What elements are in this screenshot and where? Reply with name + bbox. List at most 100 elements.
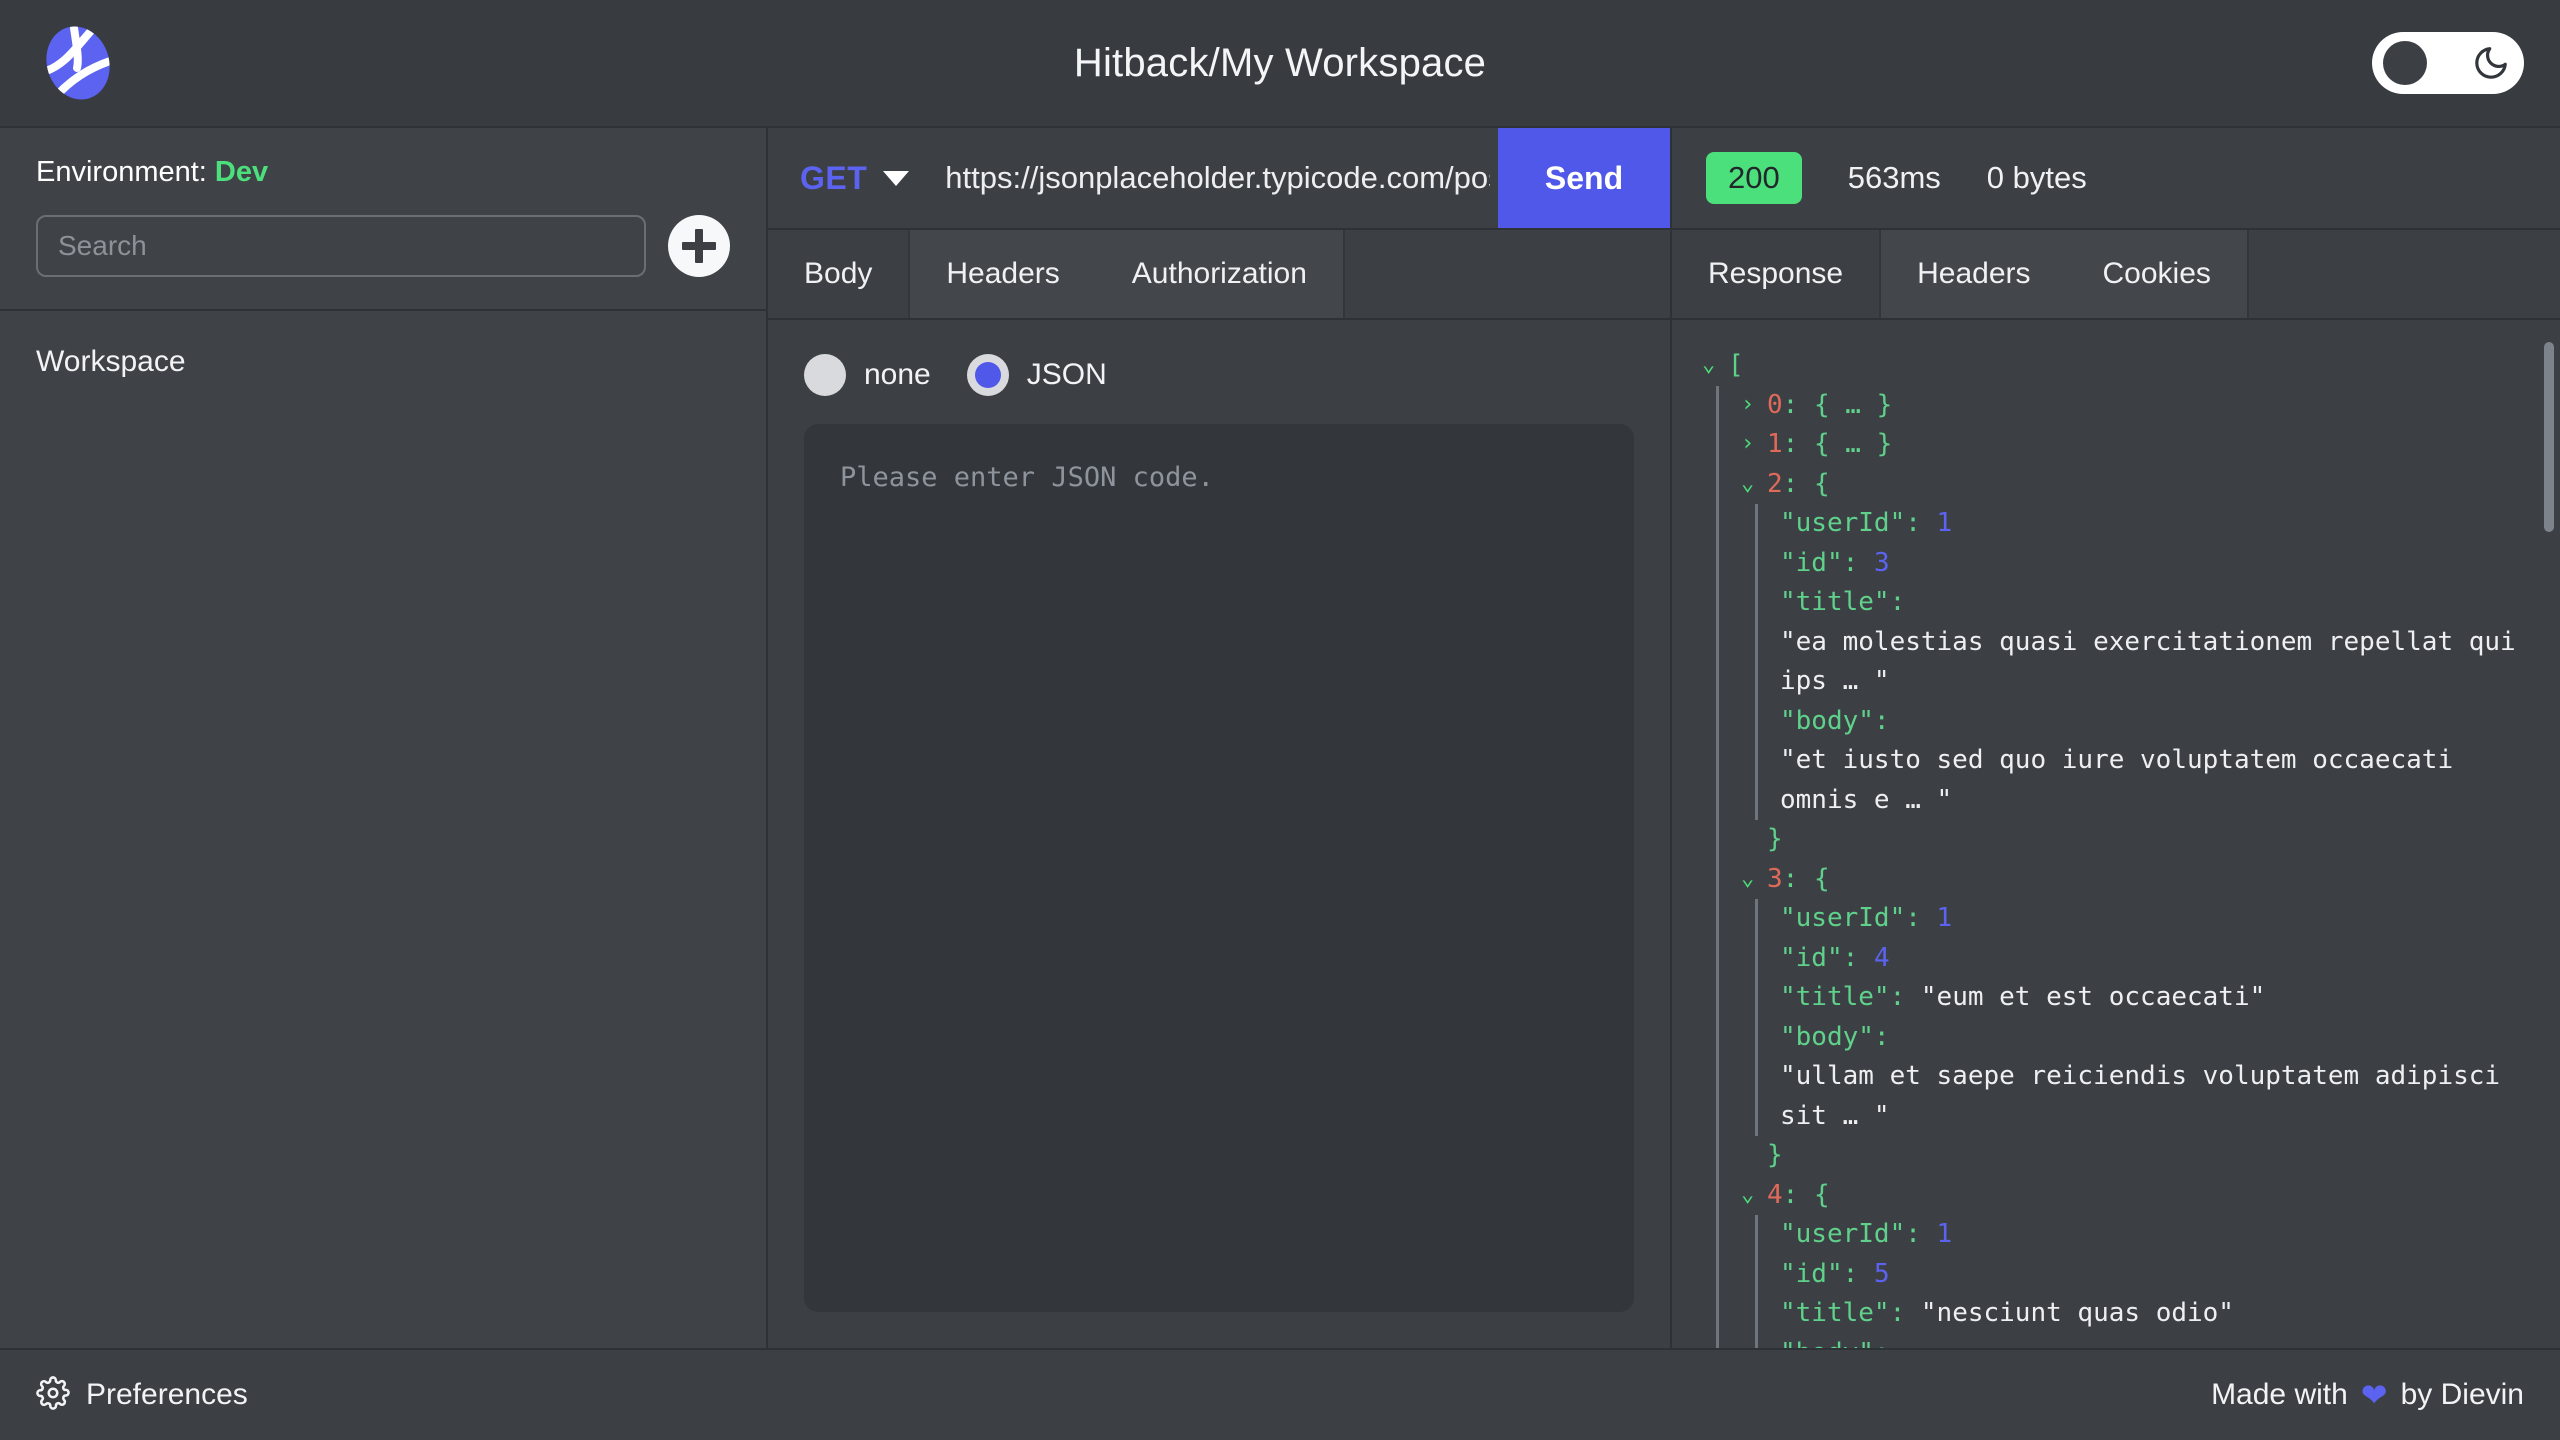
json-key: "userId" xyxy=(1780,508,1905,538)
json-array-item[interactable]: ›1: { … } xyxy=(1741,425,2530,465)
json-index: 4 xyxy=(1767,1176,1783,1216)
json-string-value: "ea molestias quasi exercitationem repel… xyxy=(1780,627,2531,697)
json-level-2: "userId": 1"id": 4"title": "eum et est o… xyxy=(1755,899,2530,1136)
json-number-value: 1 xyxy=(1937,1219,1953,1249)
response-scrollbar-thumb[interactable] xyxy=(2544,342,2554,532)
json-index: 3 xyxy=(1767,860,1783,900)
tab-response-headers[interactable]: Headers xyxy=(1881,230,2066,318)
json-level-1: ›0: { … }›1: { … }⌄2: {"userId": 1"id": … xyxy=(1716,386,2530,1348)
environment-indicator[interactable]: Environment: Dev xyxy=(36,156,730,189)
json-number-value: 1 xyxy=(1937,903,1953,933)
app-header: Hitback/My Workspace xyxy=(0,0,2560,128)
json-colon: : xyxy=(1783,425,1814,465)
chevron-right-icon[interactable]: › xyxy=(1741,425,1767,462)
json-field: "body": "repudiandae veniam quaerat sunt… xyxy=(1780,1334,2530,1348)
json-colon: : xyxy=(1890,982,1906,1012)
tab-headers[interactable]: Headers xyxy=(910,230,1095,318)
response-json-viewer[interactable]: ⌄[›0: { … }›1: { … }⌄2: {"userId": 1"id"… xyxy=(1672,320,2560,1348)
json-field: "body": "ullam et saepe reiciendis volup… xyxy=(1780,1018,2530,1137)
main-area: Environment: Dev Workspace GET xyxy=(0,128,2560,1348)
json-colon: : xyxy=(1783,860,1814,900)
json-field: "id": 5 xyxy=(1780,1255,2530,1295)
json-brace: { xyxy=(1814,1176,1830,1216)
json-string-value: "eum et est occaecati" xyxy=(1921,982,2265,1012)
request-bar: GET Send xyxy=(768,128,1670,230)
radio-label-none: none xyxy=(864,358,931,392)
json-field: "id": 3 xyxy=(1780,544,2530,584)
gear-icon xyxy=(36,1376,70,1415)
json-number-value: 5 xyxy=(1874,1259,1890,1289)
json-field-text: "id": 3 xyxy=(1780,544,1890,584)
add-request-button[interactable] xyxy=(668,215,730,277)
tab-body[interactable]: Body xyxy=(768,230,908,318)
spacer: . xyxy=(1741,1136,1767,1173)
tab-response[interactable]: Response xyxy=(1672,230,1879,318)
json-index: 2 xyxy=(1767,465,1783,505)
tab-authorization[interactable]: Authorization xyxy=(1096,230,1343,318)
url-input[interactable] xyxy=(937,128,1498,228)
json-array-item[interactable]: ›0: { … } xyxy=(1741,386,2530,426)
radio-label-json: JSON xyxy=(1027,358,1107,392)
json-array-item[interactable]: ⌄4: { xyxy=(1741,1176,2530,1216)
json-root-toggle[interactable]: ⌄[ xyxy=(1702,346,2530,386)
dark-mode-toggle[interactable] xyxy=(2372,32,2524,94)
made-with-credit: Made with ❤ by Dievin xyxy=(2211,1378,2524,1412)
sidebar: Environment: Dev Workspace xyxy=(0,128,768,1348)
json-body-editor[interactable]: Please enter JSON code. xyxy=(804,424,1634,1312)
json-level-2: "userId": 1"id": 3"title": "ea molestias… xyxy=(1755,504,2530,820)
json-key: "title" xyxy=(1780,982,1890,1012)
json-field: "userId": 1 xyxy=(1780,504,2530,544)
json-colon: : xyxy=(1843,548,1859,578)
chevron-down-icon[interactable]: ⌄ xyxy=(1702,346,1728,383)
json-string-value: "ullam et saepe reiciendis voluptatem ad… xyxy=(1780,1061,2516,1131)
json-number-value: 1 xyxy=(1937,508,1953,538)
json-colon: : xyxy=(1874,1338,1890,1348)
json-field-text: "userId": 1 xyxy=(1780,899,1952,939)
chevron-down-icon xyxy=(883,171,909,186)
request-tabs-inactive: Headers Authorization xyxy=(908,230,1345,318)
moon-icon xyxy=(2471,43,2511,83)
sidebar-item-workspace[interactable]: Workspace xyxy=(36,345,730,379)
json-colon: : xyxy=(1905,508,1921,538)
json-array-item[interactable]: ⌄2: { xyxy=(1741,465,2530,505)
chevron-down-icon[interactable]: ⌄ xyxy=(1741,1176,1767,1213)
json-field: "userId": 1 xyxy=(1780,1215,2530,1255)
json-field-text: "title": "eum et est occaecati" xyxy=(1780,978,2265,1018)
json-key: "body" xyxy=(1780,1338,1874,1348)
send-button[interactable]: Send xyxy=(1498,128,1670,228)
response-tabs-inactive: Headers Cookies xyxy=(1879,230,2249,318)
json-key: "id" xyxy=(1780,1259,1843,1289)
response-status-bar: 200 563ms 0 bytes xyxy=(1672,128,2560,230)
search-input[interactable] xyxy=(36,215,646,277)
globe-logo-icon xyxy=(36,21,120,105)
radio-body-json[interactable]: JSON xyxy=(967,354,1107,396)
chevron-down-icon[interactable]: ⌄ xyxy=(1741,465,1767,502)
environment-label: Environment: xyxy=(36,156,207,188)
radio-body-none[interactable]: none xyxy=(804,354,931,396)
app-root: Hitback/My Workspace Environment: Dev xyxy=(0,0,2560,1440)
json-key: "userId" xyxy=(1780,903,1905,933)
tab-response-cookies[interactable]: Cookies xyxy=(2067,230,2247,318)
json-field-text: "body": "et iusto sed quo iure voluptate… xyxy=(1780,702,2530,821)
response-panel: 200 563ms 0 bytes Response Headers Cooki… xyxy=(1672,128,2560,1348)
json-field: "id": 4 xyxy=(1780,939,2530,979)
json-colon: : xyxy=(1843,943,1859,973)
json-key: "id" xyxy=(1780,548,1843,578)
chevron-down-icon[interactable]: ⌄ xyxy=(1741,860,1767,897)
json-close-brace-row: .} xyxy=(1741,1136,2530,1176)
method-selector[interactable]: GET xyxy=(768,128,937,228)
response-scrollbar[interactable] xyxy=(2544,320,2554,1348)
chevron-right-icon[interactable]: › xyxy=(1741,386,1767,423)
json-close-brace-row: .} xyxy=(1741,820,2530,860)
json-field: "body": "et iusto sed quo iure voluptate… xyxy=(1780,702,2530,821)
json-number-value: 4 xyxy=(1874,943,1890,973)
preferences-button[interactable]: Preferences xyxy=(36,1376,248,1415)
json-field: "userId": 1 xyxy=(1780,899,2530,939)
json-key: "userId" xyxy=(1780,1219,1905,1249)
toggle-knob xyxy=(2383,41,2427,85)
json-array-item[interactable]: ⌄3: { xyxy=(1741,860,2530,900)
json-field: "title": "ea molestias quasi exercitatio… xyxy=(1780,583,2530,702)
json-string-value: "nesciunt quas odio" xyxy=(1921,1298,2234,1328)
json-field-text: "id": 5 xyxy=(1780,1255,1890,1295)
body-type-selector: none JSON xyxy=(768,320,1670,424)
